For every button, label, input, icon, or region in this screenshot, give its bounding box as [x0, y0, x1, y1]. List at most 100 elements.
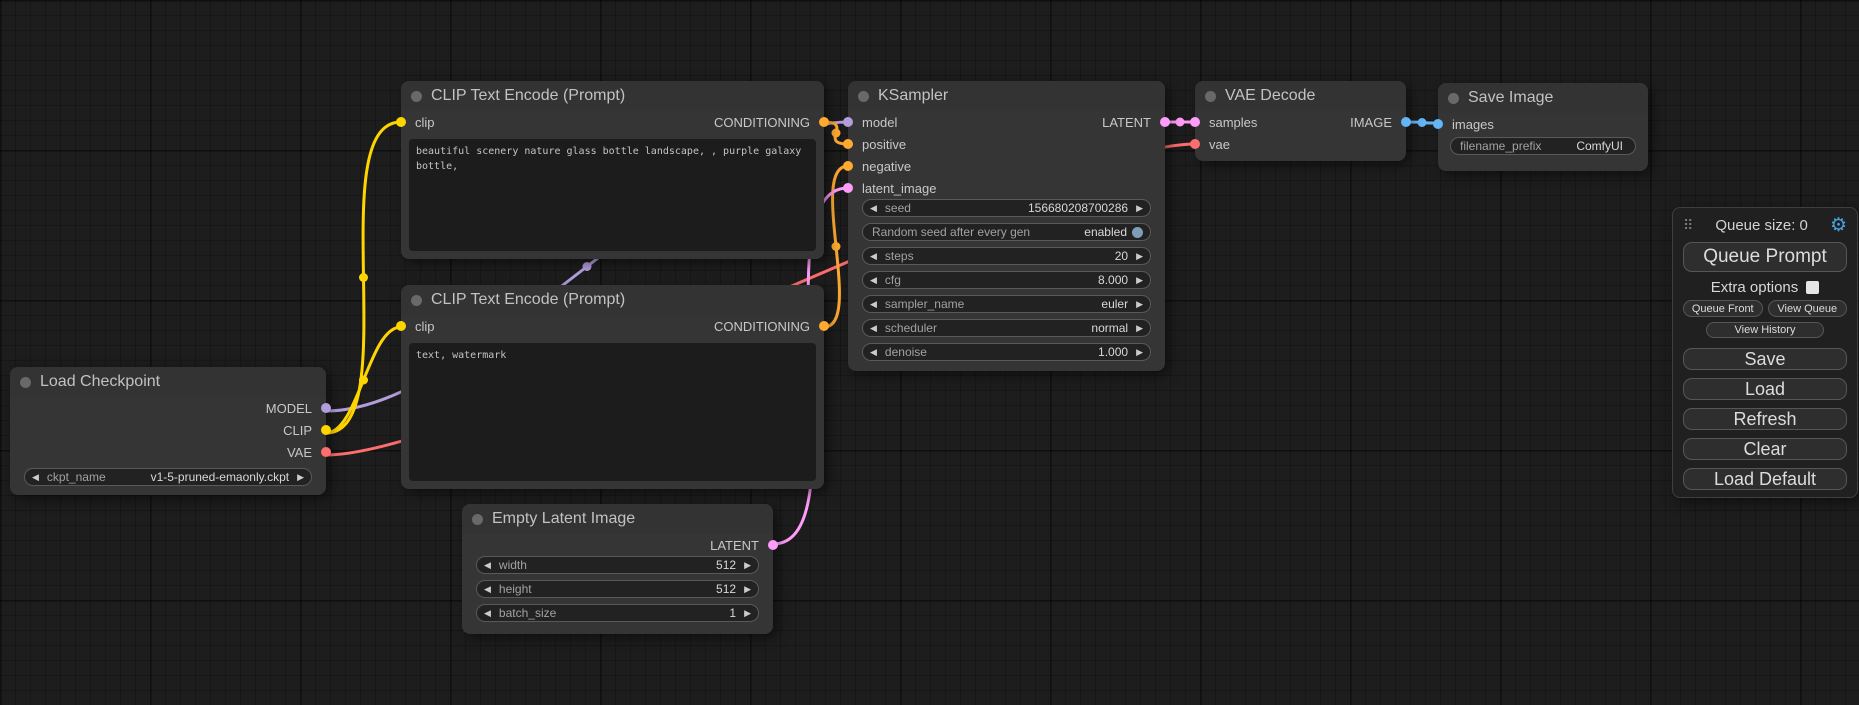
node-title-bar[interactable]: Save Image: [1438, 83, 1648, 113]
output-slot-conditioning-dot[interactable]: [819, 321, 829, 331]
node-graph-canvas[interactable]: Load Checkpoint MODEL CLIP VAE ◀ ckpt_na…: [0, 0, 1859, 705]
collapse-dot-icon[interactable]: [472, 514, 483, 525]
widget-denoise[interactable]: ◀ denoise 1.000 ▶: [862, 343, 1151, 361]
node-title-bar[interactable]: KSampler: [848, 81, 1165, 111]
decrement-arrow-icon[interactable]: ◀: [870, 204, 877, 213]
collapse-dot-icon[interactable]: [1205, 91, 1216, 102]
decrement-arrow-icon[interactable]: ◀: [870, 252, 877, 261]
collapse-dot-icon[interactable]: [858, 91, 869, 102]
toggle-knob-icon[interactable]: [1132, 227, 1143, 238]
increment-arrow-icon[interactable]: ▶: [1136, 252, 1143, 261]
load-default-button[interactable]: Load Default: [1683, 468, 1847, 490]
decrement-arrow-icon[interactable]: ◀: [870, 276, 877, 285]
output-slot-label: LATENT: [1102, 115, 1151, 130]
widget-scheduler[interactable]: ◀ scheduler normal ▶: [862, 319, 1151, 337]
input-slot-label: clip: [415, 115, 435, 130]
widget-seed[interactable]: ◀ seed 156680208700286 ▶: [862, 199, 1151, 217]
node-clip-text-encode-positive[interactable]: CLIP Text Encode (Prompt) clip CONDITION…: [401, 81, 824, 259]
increment-arrow-icon[interactable]: ▶: [1136, 300, 1143, 309]
output-slot-latent-dot[interactable]: [768, 540, 778, 550]
increment-arrow-icon[interactable]: ▶: [1136, 324, 1143, 333]
increment-arrow-icon[interactable]: ▶: [1136, 276, 1143, 285]
input-slot-clip-dot[interactable]: [396, 117, 406, 127]
widget-batch-size[interactable]: ◀ batch_size 1 ▶: [476, 604, 759, 622]
widget-height[interactable]: ◀ height 512 ▶: [476, 580, 759, 598]
queue-prompt-button[interactable]: Queue Prompt: [1683, 242, 1847, 272]
output-slot-latent-dot[interactable]: [1160, 117, 1170, 127]
slot-row: CLIP: [10, 419, 326, 441]
refresh-button[interactable]: Refresh: [1683, 408, 1847, 430]
output-slot-label: MODEL: [266, 401, 312, 416]
input-slot-model-dot[interactable]: [843, 117, 853, 127]
increment-arrow-icon[interactable]: ▶: [1136, 348, 1143, 357]
node-title: KSampler: [878, 87, 948, 105]
slot-row: VAE: [10, 441, 326, 463]
decrement-arrow-icon[interactable]: ◀: [870, 324, 877, 333]
input-slot-negative-dot[interactable]: [843, 161, 853, 171]
increment-arrow-icon[interactable]: ▶: [297, 473, 304, 482]
input-slot-positive-dot[interactable]: [843, 139, 853, 149]
output-slot-vae-dot[interactable]: [321, 447, 331, 457]
collapse-dot-icon[interactable]: [411, 295, 422, 306]
decrement-arrow-icon[interactable]: ◀: [32, 473, 39, 482]
node-title-bar[interactable]: Load Checkpoint: [10, 367, 326, 397]
node-empty-latent-image[interactable]: Empty Latent Image LATENT ◀ width 512 ▶ …: [462, 504, 773, 634]
output-slot-label: VAE: [287, 445, 312, 460]
widget-random-seed-toggle[interactable]: Random seed after every gen enabled: [862, 223, 1151, 241]
load-button[interactable]: Load: [1683, 378, 1847, 400]
clear-button[interactable]: Clear: [1683, 438, 1847, 460]
increment-arrow-icon[interactable]: ▶: [1136, 204, 1143, 213]
collapse-dot-icon[interactable]: [411, 91, 422, 102]
node-save-image[interactable]: Save Image images filename_prefix ComfyU…: [1438, 83, 1648, 171]
view-history-button[interactable]: View History: [1706, 322, 1824, 338]
slot-row: LATENT: [462, 534, 773, 556]
input-slot-samples-dot[interactable]: [1190, 117, 1200, 127]
widget-sampler-name[interactable]: ◀ sampler_name euler ▶: [862, 295, 1151, 313]
node-clip-text-encode-negative[interactable]: CLIP Text Encode (Prompt) clip CONDITION…: [401, 285, 824, 489]
input-slot-images-dot[interactable]: [1433, 119, 1443, 129]
node-vae-decode[interactable]: VAE Decode samples IMAGE vae: [1195, 81, 1406, 161]
extra-options-label: Extra options: [1711, 279, 1799, 296]
extra-options-checkbox[interactable]: [1806, 281, 1819, 294]
widget-steps[interactable]: ◀ steps 20 ▶: [862, 247, 1151, 265]
collapse-dot-icon[interactable]: [20, 377, 31, 388]
output-slot-model-dot[interactable]: [321, 403, 331, 413]
input-slot-latent-image-dot[interactable]: [843, 183, 853, 193]
queue-front-button[interactable]: Queue Front: [1683, 300, 1763, 317]
decrement-arrow-icon[interactable]: ◀: [870, 348, 877, 357]
widget-filename-prefix[interactable]: filename_prefix ComfyUI: [1450, 137, 1636, 155]
widget-label: sampler_name: [885, 297, 964, 311]
node-title-bar[interactable]: VAE Decode: [1195, 81, 1406, 111]
decrement-arrow-icon[interactable]: ◀: [484, 561, 491, 570]
input-slot-clip-dot[interactable]: [396, 321, 406, 331]
decrement-arrow-icon[interactable]: ◀: [870, 300, 877, 309]
collapse-dot-icon[interactable]: [1448, 93, 1459, 104]
output-slot-conditioning-dot[interactable]: [819, 117, 829, 127]
increment-arrow-icon[interactable]: ▶: [744, 585, 751, 594]
widget-width[interactable]: ◀ width 512 ▶: [476, 556, 759, 574]
settings-gear-icon[interactable]: ⚙: [1830, 216, 1847, 235]
widget-value: v1-5-pruned-emaonly.ckpt: [151, 470, 290, 484]
decrement-arrow-icon[interactable]: ◀: [484, 585, 491, 594]
node-title: CLIP Text Encode (Prompt): [431, 87, 625, 105]
widget-cfg[interactable]: ◀ cfg 8.000 ▶: [862, 271, 1151, 289]
decrement-arrow-icon[interactable]: ◀: [484, 609, 491, 618]
node-title-bar[interactable]: CLIP Text Encode (Prompt): [401, 81, 824, 111]
prompt-textarea[interactable]: text, watermark: [409, 343, 816, 481]
drag-handle-icon[interactable]: ⠿: [1683, 217, 1693, 234]
node-load-checkpoint[interactable]: Load Checkpoint MODEL CLIP VAE ◀ ckpt_na…: [10, 367, 326, 495]
output-slot-clip-dot[interactable]: [321, 425, 331, 435]
widget-label: cfg: [885, 273, 901, 287]
increment-arrow-icon[interactable]: ▶: [744, 561, 751, 570]
save-button[interactable]: Save: [1683, 348, 1847, 370]
input-slot-vae-dot[interactable]: [1190, 139, 1200, 149]
node-title-bar[interactable]: CLIP Text Encode (Prompt): [401, 285, 824, 315]
increment-arrow-icon[interactable]: ▶: [744, 609, 751, 618]
node-ksampler[interactable]: KSampler model LATENT positive negative …: [848, 81, 1165, 371]
prompt-textarea[interactable]: beautiful scenery nature glass bottle la…: [409, 139, 816, 251]
link-midpoint-dot: [359, 376, 368, 385]
widget-ckpt-name[interactable]: ◀ ckpt_name v1-5-pruned-emaonly.ckpt ▶: [24, 468, 312, 486]
node-title-bar[interactable]: Empty Latent Image: [462, 504, 773, 534]
output-slot-image-dot[interactable]: [1401, 117, 1411, 127]
view-queue-button[interactable]: View Queue: [1768, 300, 1848, 317]
